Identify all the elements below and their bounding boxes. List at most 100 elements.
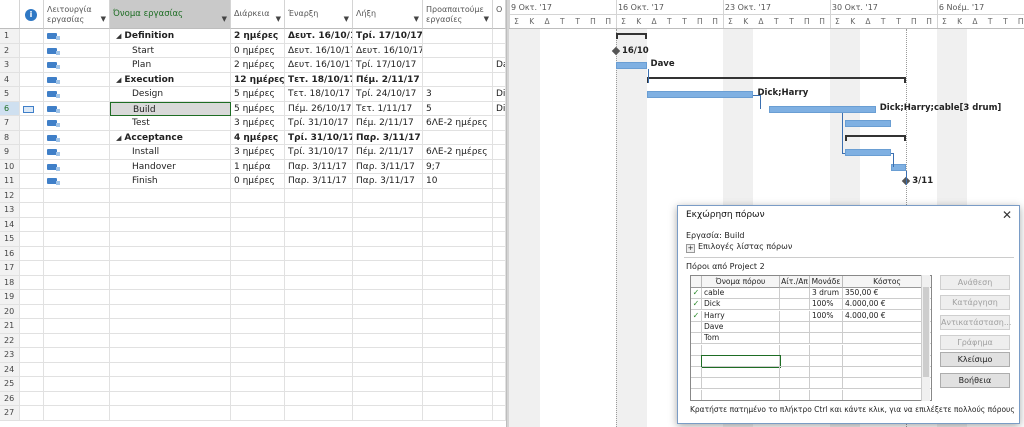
task-mode-cell[interactable] (44, 319, 110, 334)
table-row[interactable]: 7 Test 3 ημέρες Τρί. 31/10/17 Πέμ. 2/11/17 6Λ… (0, 116, 506, 131)
task-mode-cell[interactable] (44, 188, 110, 203)
finish-cell[interactable] (353, 203, 423, 218)
finish-cell[interactable] (353, 391, 423, 406)
start-cell[interactable] (285, 319, 353, 334)
task-mode-header[interactable]: Λειτουργία εργασίας ▼ (44, 0, 110, 29)
resource-req-cell[interactable] (780, 299, 810, 311)
row-number[interactable]: 17 (0, 261, 20, 276)
resource-name-cell[interactable]: Dick (702, 299, 780, 311)
row-number[interactable]: 22 (0, 333, 20, 348)
resource-name-cell[interactable]: Harry (702, 310, 780, 322)
duration-cell[interactable] (231, 333, 285, 348)
resources-cell[interactable] (493, 319, 506, 334)
row-number[interactable]: 13 (0, 203, 20, 218)
task-mode-cell[interactable] (44, 232, 110, 247)
row-number[interactable]: 16 (0, 246, 20, 261)
row-selector[interactable] (691, 344, 702, 356)
resource-table-scrollbar[interactable] (921, 275, 930, 401)
table-row[interactable]: 27 (0, 406, 506, 421)
chevron-down-icon[interactable]: ▼ (222, 14, 227, 24)
help-button[interactable]: Βοήθεια (940, 373, 1010, 388)
resource-units-cell[interactable] (810, 389, 843, 400)
check-icon[interactable]: ✓ (691, 310, 702, 322)
row-selector[interactable] (691, 321, 702, 333)
task-name-cell[interactable] (110, 377, 231, 392)
finish-cell[interactable] (353, 333, 423, 348)
start-cell[interactable] (285, 304, 353, 319)
duration-cell[interactable] (231, 217, 285, 232)
predecessors-cell[interactable] (423, 391, 493, 406)
predecessors-cell[interactable]: 6ΛΕ-2 ημέρες (423, 116, 493, 131)
collapse-triangle-icon[interactable]: ◢ (116, 76, 121, 84)
resources-cell[interactable] (493, 188, 506, 203)
summary-bar-acceptance[interactable] (845, 134, 907, 141)
finish-cell[interactable] (353, 232, 423, 247)
finish-cell[interactable] (353, 406, 423, 421)
start-cell[interactable]: Τρί. 31/10/17 (285, 145, 353, 160)
duration-cell[interactable]: 2 ημέρες (231, 29, 285, 44)
table-row[interactable]: 11 Finish 0 ημέρες Παρ. 3/11/17 Παρ. 3/11/17… (0, 174, 506, 189)
duration-header[interactable]: Διάρκεια ▼ (231, 0, 285, 29)
resources-cell[interactable] (493, 261, 506, 276)
task-mode-cell[interactable] (44, 275, 110, 290)
task-name-cell[interactable] (110, 217, 231, 232)
resource-units-cell[interactable] (810, 321, 843, 333)
resource-req-cell[interactable] (780, 367, 810, 379)
finish-cell[interactable]: Πέμ. 2/11/17 (353, 116, 423, 131)
resources-cell[interactable] (493, 43, 506, 58)
resource-req-cell[interactable] (780, 333, 810, 345)
duration-cell[interactable] (231, 348, 285, 363)
row-number[interactable]: 1 (0, 29, 20, 44)
table-row[interactable]: 15 (0, 232, 506, 247)
start-cell[interactable] (285, 348, 353, 363)
predecessors-cell[interactable] (423, 188, 493, 203)
resources-cell[interactable] (493, 348, 506, 363)
task-name-cell[interactable]: ◢ Definition (110, 29, 231, 44)
start-cell[interactable] (285, 246, 353, 261)
resource-req-cell[interactable] (780, 310, 810, 322)
task-name-cell[interactable] (110, 406, 231, 421)
task-name-cell[interactable]: Handover (110, 159, 231, 174)
check-icon[interactable]: ✓ (691, 299, 702, 311)
table-row[interactable]: 18 (0, 275, 506, 290)
resource-cost-cell[interactable] (843, 333, 931, 345)
table-row[interactable]: 22 (0, 333, 506, 348)
row-number[interactable]: 23 (0, 348, 20, 363)
resource-cost-cell[interactable] (843, 322, 931, 333)
duration-cell[interactable] (231, 188, 285, 203)
task-name-cell[interactable] (110, 290, 231, 305)
resources-cell[interactable] (493, 217, 506, 232)
resource-cost-cell[interactable] (843, 356, 931, 367)
task-mode-cell[interactable] (44, 377, 110, 392)
table-row[interactable]: 10 Handover 1 ημέρα Παρ. 3/11/17 Παρ. 3/11/1… (0, 159, 506, 174)
start-cell[interactable]: Δευτ. 16/10/17 (285, 29, 353, 44)
resource-name-cell[interactable]: Dave (702, 321, 780, 333)
resources-cell[interactable] (493, 377, 506, 392)
predecessors-cell[interactable] (423, 290, 493, 305)
row-number[interactable]: 8 (0, 130, 20, 145)
start-cell[interactable]: Τρί. 31/10/17 (285, 116, 353, 131)
resource-units-cell[interactable]: 100% (810, 299, 843, 311)
task-name-cell[interactable]: Plan (110, 58, 231, 73)
table-row[interactable]: 6 Build 5 ημέρες Πέμ. 26/10/17 Τετ. 1/11/17 5… (0, 101, 506, 116)
duration-cell[interactable] (231, 377, 285, 392)
finish-cell[interactable]: Παρ. 3/11/17 (353, 130, 423, 145)
row-number[interactable]: 19 (0, 290, 20, 305)
row-selector[interactable] (691, 367, 702, 379)
predecessors-cell[interactable] (423, 406, 493, 421)
finish-cell[interactable]: Πέμ. 2/11/17 (353, 72, 423, 87)
resources-cell[interactable] (493, 145, 506, 160)
finish-cell[interactable] (353, 275, 423, 290)
start-cell[interactable]: Δευτ. 16/10/17 (285, 43, 353, 58)
predecessors-cell[interactable]: 3 (423, 87, 493, 102)
resource-req-cell[interactable] (780, 288, 810, 299)
table-row[interactable]: 8 ◢ Acceptance 4 ημέρες Τρί. 31/10/17 Παρ. 3/… (0, 130, 506, 145)
row-selector[interactable] (691, 389, 702, 400)
finish-cell[interactable] (353, 304, 423, 319)
resource-units-cell[interactable]: 100% (810, 310, 843, 322)
select-all-corner[interactable] (0, 0, 20, 29)
task-mode-cell[interactable] (44, 391, 110, 406)
task-mode-cell[interactable] (44, 87, 110, 102)
resources-cell[interactable] (493, 246, 506, 261)
task-name-cell[interactable]: ◢ Execution (110, 72, 231, 87)
